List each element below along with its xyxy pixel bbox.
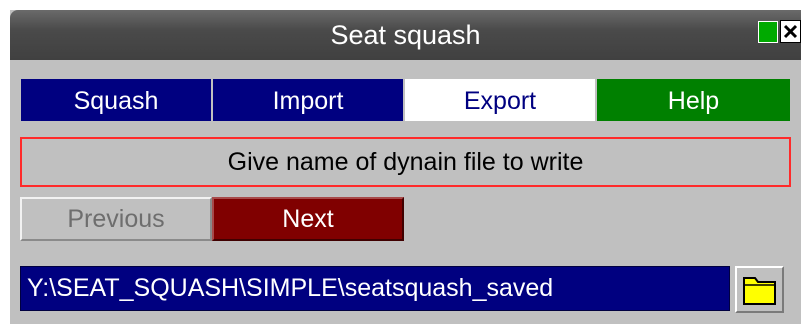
tab-export[interactable]: Export bbox=[404, 78, 596, 122]
browse-folder-button[interactable] bbox=[735, 266, 784, 313]
folder-icon bbox=[743, 277, 776, 305]
close-icon bbox=[783, 24, 798, 39]
window-green-button[interactable] bbox=[758, 21, 778, 43]
tab-help[interactable]: Help bbox=[596, 78, 791, 122]
next-button[interactable]: Next bbox=[212, 197, 404, 241]
previous-button[interactable]: Previous bbox=[20, 197, 212, 241]
close-button[interactable] bbox=[780, 20, 801, 43]
tab-squash[interactable]: Squash bbox=[20, 78, 212, 122]
window-title: Seat squash bbox=[330, 20, 481, 50]
seat-squash-window: Seat squash Squash Import Export Help Gi… bbox=[10, 10, 801, 324]
file-path-field[interactable]: Y:\SEAT_SQUASH\SIMPLE\seatsquash_saved bbox=[20, 266, 730, 311]
status-message: Give name of dynain file to write bbox=[20, 137, 791, 187]
title-bar[interactable]: Seat squash bbox=[10, 10, 801, 60]
tab-import[interactable]: Import bbox=[212, 78, 404, 122]
